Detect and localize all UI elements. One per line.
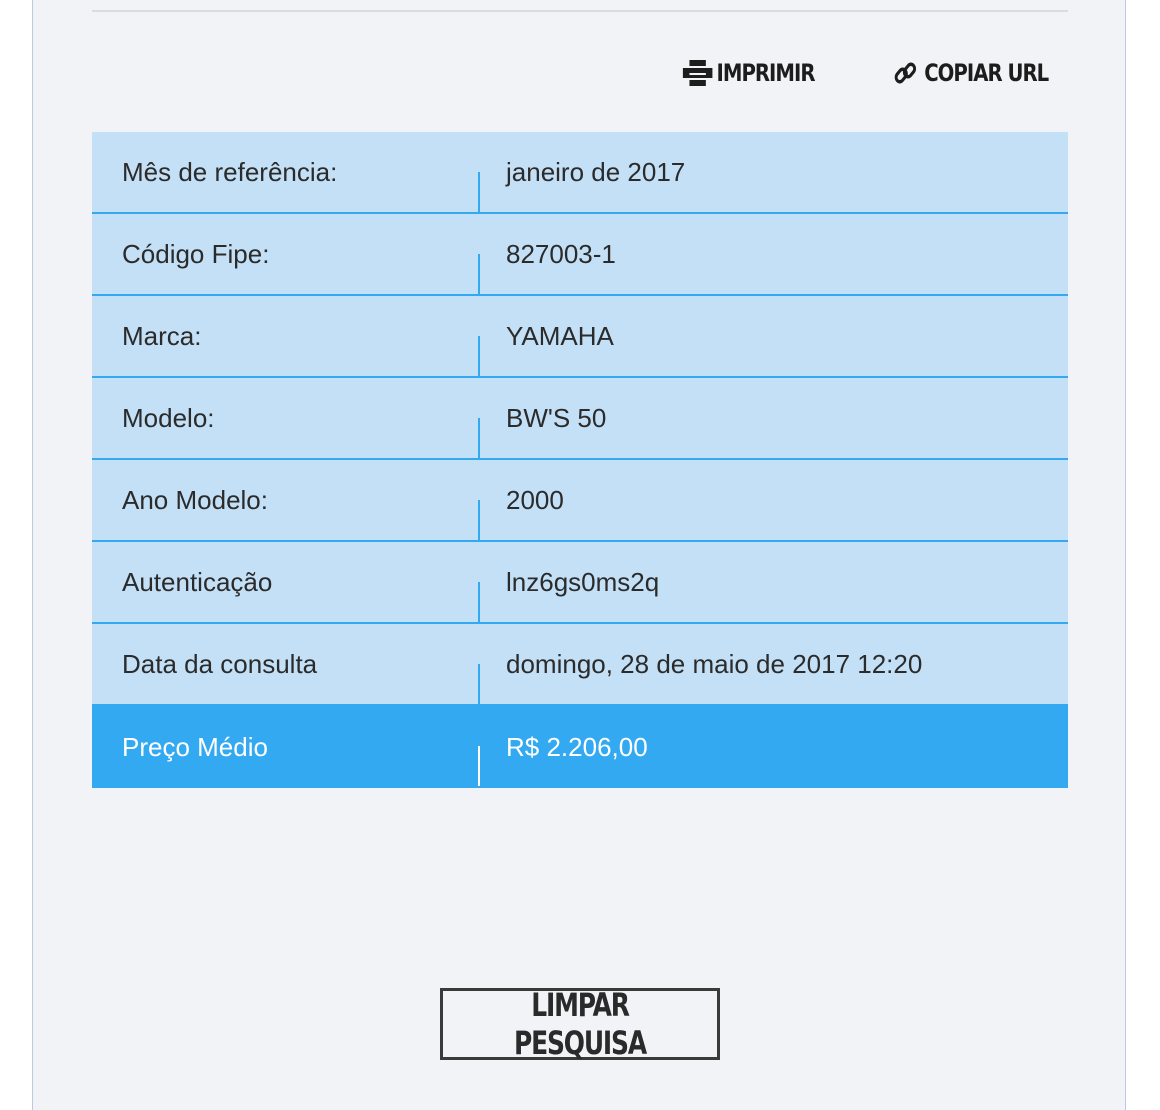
- row-value: lnz6gs0ms2q: [478, 541, 1068, 624]
- price-row: Preço Médio R$ 2.206,00: [92, 705, 1068, 788]
- table-row: Marca: YAMAHA: [92, 295, 1068, 378]
- row-label: Autenticação: [92, 541, 478, 624]
- table-row: Ano Modelo: 2000: [92, 459, 1068, 542]
- divider: [92, 10, 1068, 12]
- row-value: BW'S 50: [478, 377, 1068, 460]
- row-value: 2000: [478, 459, 1068, 542]
- row-label: Código Fipe:: [92, 213, 478, 296]
- row-value: janeiro de 2017: [478, 132, 1068, 214]
- price-value: R$ 2.206,00: [478, 705, 1068, 788]
- row-label: Modelo:: [92, 377, 478, 460]
- copy-url-label: COPIAR URL: [924, 59, 1049, 87]
- result-actions: IMPRIMIR COPIAR URL: [653, 56, 1049, 90]
- table-row: Mês de referência: janeiro de 2017: [92, 132, 1068, 214]
- price-label: Preço Médio: [92, 705, 478, 788]
- print-button[interactable]: IMPRIMIR: [682, 58, 816, 88]
- row-label: Data da consulta: [92, 623, 478, 706]
- clear-search-button[interactable]: LIMPAR PESQUISA: [440, 986, 720, 1062]
- row-label: Mês de referência:: [92, 132, 478, 214]
- result-table: Mês de referência: janeiro de 2017 Códig…: [92, 132, 1068, 788]
- table-row: Código Fipe: 827003-1: [92, 213, 1068, 296]
- print-label: IMPRIMIR: [716, 59, 816, 87]
- row-value: 827003-1: [478, 213, 1068, 296]
- copy-url-button[interactable]: COPIAR URL: [890, 58, 1049, 88]
- clear-search-label: LIMPAR PESQUISA: [513, 986, 647, 1062]
- table-row: Data da consulta domingo, 28 de maio de …: [92, 623, 1068, 706]
- row-label: Marca:: [92, 295, 478, 378]
- printer-icon: [682, 58, 713, 88]
- link-icon: [890, 58, 921, 88]
- table-row: Autenticação lnz6gs0ms2q: [92, 541, 1068, 624]
- row-value: domingo, 28 de maio de 2017 12:20: [478, 623, 1068, 706]
- table-row: Modelo: BW'S 50: [92, 377, 1068, 460]
- row-label: Ano Modelo:: [92, 459, 478, 542]
- row-value: YAMAHA: [478, 295, 1068, 378]
